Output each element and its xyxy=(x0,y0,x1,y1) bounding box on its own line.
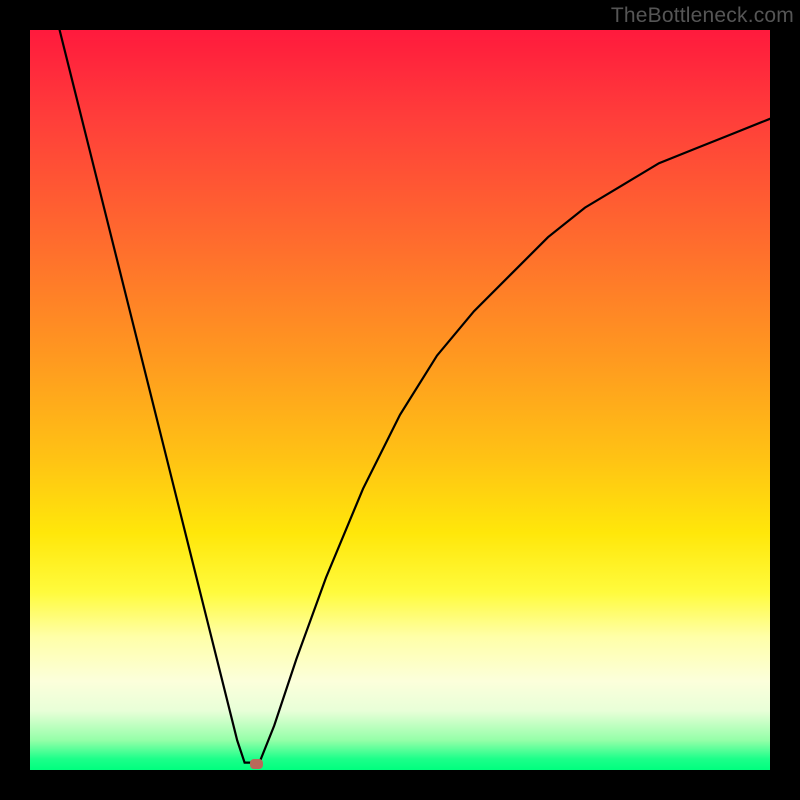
curve-left-branch xyxy=(60,30,252,763)
minimum-marker xyxy=(250,759,263,769)
curve-right-branch xyxy=(259,119,770,763)
chart-frame: TheBottleneck.com xyxy=(0,0,800,800)
watermark-text: TheBottleneck.com xyxy=(611,4,794,28)
plot-area xyxy=(30,30,770,770)
bottleneck-curve xyxy=(30,30,770,770)
